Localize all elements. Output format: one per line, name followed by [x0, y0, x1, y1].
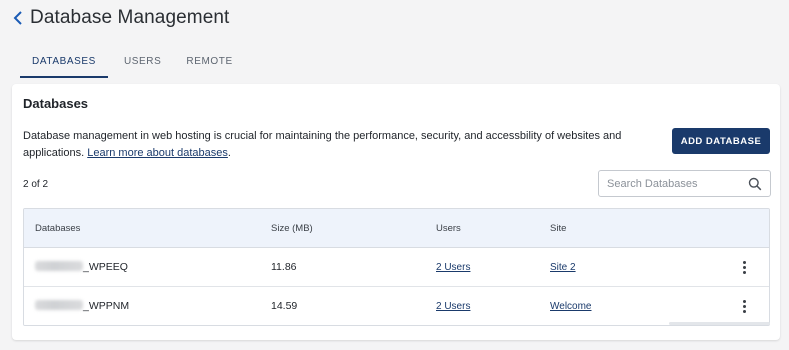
page-header: Database Management — [0, 0, 789, 40]
database-name: _WPPNM — [83, 300, 130, 312]
table-row: _WPPNM 14.59 2 Users Welcome — [24, 287, 769, 325]
table-row: _WPEEQ 11.86 2 Users Site 2 — [24, 248, 769, 287]
result-count: 2 of 2 — [23, 179, 49, 190]
database-name-cell: _WPEEQ — [35, 261, 128, 273]
card-title: Databases — [23, 96, 89, 111]
tab-users[interactable]: USERS — [112, 47, 173, 78]
table-header: Databases Size (MB) Users Site — [24, 209, 769, 248]
site-link[interactable]: Welcome — [550, 301, 592, 312]
chevron-left-icon — [13, 11, 22, 25]
learn-more-link[interactable]: Learn more about databases — [87, 147, 228, 159]
users-link[interactable]: 2 Users — [436, 301, 470, 312]
search-icon[interactable] — [748, 177, 762, 191]
back-button[interactable] — [10, 8, 26, 28]
column-header-site: Site — [550, 223, 567, 234]
column-header-users: Users — [436, 223, 461, 234]
search-box — [598, 170, 771, 197]
database-name-cell: _WPPNM — [35, 300, 129, 312]
users-link[interactable]: 2 Users — [436, 262, 470, 273]
site-cell: Welcome — [550, 300, 592, 312]
users-cell: 2 Users — [436, 261, 470, 273]
column-header-databases: Databases — [35, 223, 81, 234]
tab-databases[interactable]: DATABASES — [20, 47, 108, 78]
more-options-icon[interactable] — [739, 259, 749, 275]
tab-bar: DATABASES USERS REMOTE — [20, 47, 245, 78]
redacted-prefix — [35, 300, 83, 310]
page-title: Database Management — [30, 7, 230, 28]
add-database-button[interactable]: ADD DATABASE — [672, 128, 770, 154]
databases-card: Databases Database management in web hos… — [12, 84, 780, 340]
size-cell: 14.59 — [271, 300, 298, 312]
size-cell: 11.86 — [271, 261, 297, 273]
site-link[interactable]: Site 2 — [550, 262, 576, 273]
tab-remote[interactable]: REMOTE — [174, 47, 244, 78]
databases-table: Databases Size (MB) Users Site _WPEEQ 11… — [23, 208, 770, 326]
database-name: _WPEEQ — [83, 261, 128, 273]
column-header-size: Size (MB) — [271, 223, 313, 234]
users-cell: 2 Users — [436, 300, 470, 312]
horizontal-scrollbar[interactable] — [669, 322, 770, 325]
search-input[interactable] — [607, 176, 745, 192]
site-cell: Site 2 — [550, 261, 576, 273]
redacted-prefix — [35, 261, 83, 271]
more-options-icon[interactable] — [739, 298, 749, 314]
card-description: Database management in web hosting is cr… — [23, 130, 622, 159]
